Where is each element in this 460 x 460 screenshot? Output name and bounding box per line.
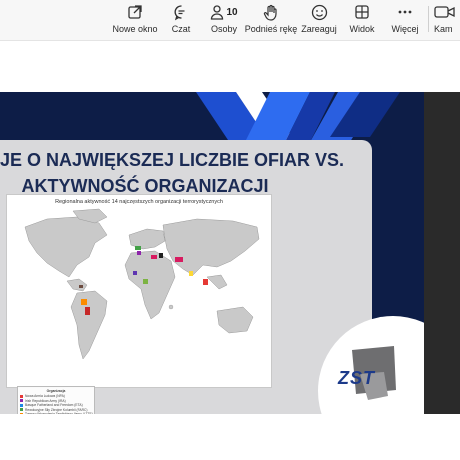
view-label: Widok	[349, 24, 375, 34]
legend-title: Organizacja	[46, 389, 66, 393]
chat-icon	[173, 2, 190, 22]
react-icon	[311, 2, 328, 22]
people-count: 10	[226, 6, 238, 18]
people-icon	[211, 5, 224, 20]
legend-label: Nowa Armia Ludowa (NPA)	[25, 394, 65, 398]
legend-label: Basque Fatherland and Freedom (ETA)	[25, 403, 83, 408]
more-icon	[397, 2, 413, 22]
view-button[interactable]: Widok	[346, 2, 378, 38]
participants-panel-edge	[424, 92, 460, 414]
content-gap-top	[0, 41, 460, 92]
camera-icon	[434, 2, 456, 22]
world-map-graphic	[15, 207, 263, 382]
world-map-figure: Regionalna aktywność 14 najczęstszych or…	[6, 194, 272, 414]
more-label: Więcej	[391, 24, 419, 34]
toolbar-divider	[428, 6, 429, 32]
new-window-icon	[127, 2, 143, 22]
legend-swatch	[20, 394, 23, 398]
camera-button[interactable]: Kam	[434, 2, 460, 38]
new-window-button[interactable]: Nowe okno	[110, 2, 160, 38]
content-gap-bottom	[0, 414, 460, 460]
chat-label: Czat	[171, 24, 191, 34]
legend-swatch	[20, 403, 23, 407]
legend-label: Rewolucyjne Siły Zbrojne Kolumbii (FARC)	[25, 407, 88, 412]
camera-label: Kam	[434, 24, 453, 34]
more-button[interactable]: Więcej	[388, 2, 422, 38]
raise-hand-icon	[263, 2, 279, 22]
legend-items: Nowa Armia Ludowa (NPA) Irish Republican …	[20, 394, 93, 414]
new-window-label: Nowe okno	[112, 24, 158, 34]
raise-hand-label: Podnieś rękę	[244, 24, 298, 34]
people-icon-wrap: 10	[210, 2, 238, 22]
legend-label: Irish Republican Army (IRA)	[25, 398, 66, 403]
react-label: Zareaguj	[301, 24, 337, 34]
meeting-toolbar: Nowe okno Czat 10 Osoby Podnieś rękę Zar…	[0, 0, 460, 41]
people-label: Osoby	[210, 24, 237, 34]
legend-swatch	[20, 408, 23, 412]
chat-button[interactable]: Czat	[166, 2, 196, 38]
shared-screen-slide: JE O NAJWIĘKSZEJ LICZBIE OFIAR VS. AKTYW…	[0, 92, 424, 414]
slide-title-line1: JE O NAJWIĘKSZEJ LICZBIE OFIAR VS.	[0, 150, 345, 170]
react-button[interactable]: Zareaguj	[300, 2, 338, 38]
grid-view-icon	[354, 2, 370, 22]
legend-swatch	[20, 399, 23, 403]
map-legend: Organizacja Nowa Armia Ludowa (NPA) Irish…	[17, 386, 95, 414]
raise-hand-button[interactable]: Podnieś rękę	[244, 2, 298, 38]
people-button[interactable]: 10 Osoby	[206, 2, 242, 38]
school-logo-text: ZST	[338, 368, 375, 388]
